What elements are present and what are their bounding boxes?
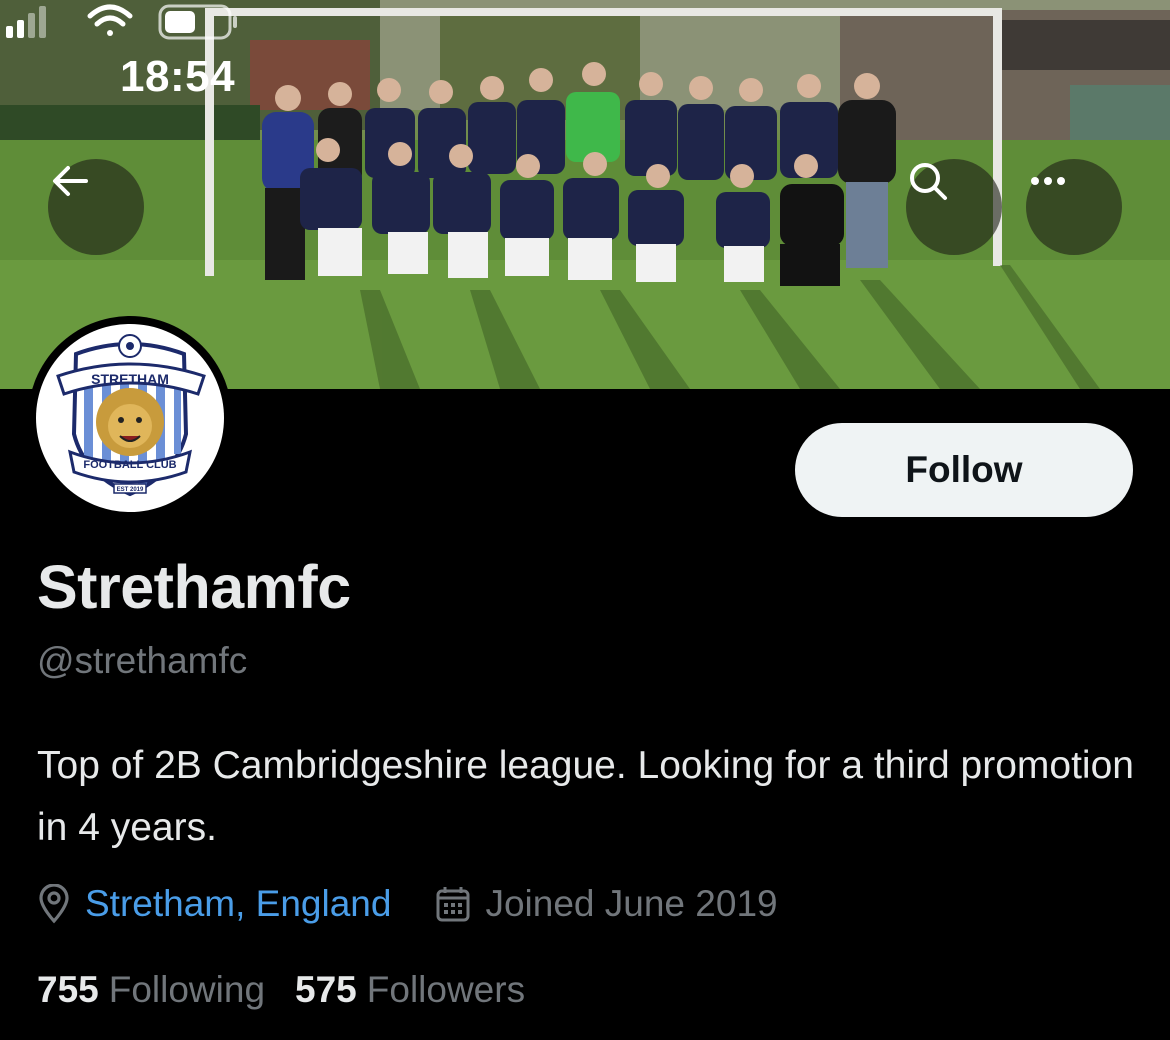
location-pin-icon [37, 884, 71, 924]
status-bar-time: 18:54 [120, 52, 236, 101]
status-bar-icons [6, 4, 237, 40]
more-horizontal-icon [1031, 177, 1065, 185]
wifi-icon [87, 4, 133, 36]
calendar-icon [435, 885, 471, 923]
profile-stats: 755 Following 575 Followers [37, 964, 555, 1016]
profile-meta: Stretham, England Joined June 2019 [37, 878, 822, 930]
joined-item: Joined June 2019 [435, 883, 778, 925]
following-label: Following [108, 969, 266, 1010]
following-count: 755 [37, 969, 99, 1010]
profile-avatar[interactable]: STRETHAM FOOTBALL CLUB EST 2019 [28, 316, 232, 520]
crest-top-text: STRETHAM [91, 371, 169, 387]
joined-date: Joined June 2019 [485, 883, 778, 924]
back-button[interactable] [48, 159, 144, 255]
club-crest-logo: STRETHAM FOOTBALL CLUB EST 2019 [56, 334, 206, 497]
profile-handle: @strethamfc [37, 640, 248, 681]
search-icon [910, 163, 947, 200]
search-button[interactable] [906, 159, 1002, 255]
followers-stat[interactable]: 575 Followers [295, 969, 525, 1011]
profile-display-name: Strethamfc [37, 553, 351, 621]
profile-bio: Top of 2B Cambridgeshire league. Looking… [37, 744, 1134, 849]
location-link[interactable]: Stretham, England [85, 883, 391, 925]
cellular-signal-icon [6, 6, 46, 38]
followers-count: 575 [295, 969, 357, 1010]
crest-est-text: EST 2019 [117, 487, 144, 493]
crest-bottom-text: FOOTBALL CLUB [83, 459, 176, 471]
location-item: Stretham, England [37, 883, 391, 925]
followers-label: Followers [366, 969, 526, 1010]
more-options-button[interactable] [1026, 159, 1122, 255]
following-stat[interactable]: 755 Following [37, 969, 265, 1011]
arrow-left-icon [53, 166, 88, 196]
battery-icon [158, 4, 237, 40]
follow-button[interactable]: Follow [795, 423, 1133, 517]
